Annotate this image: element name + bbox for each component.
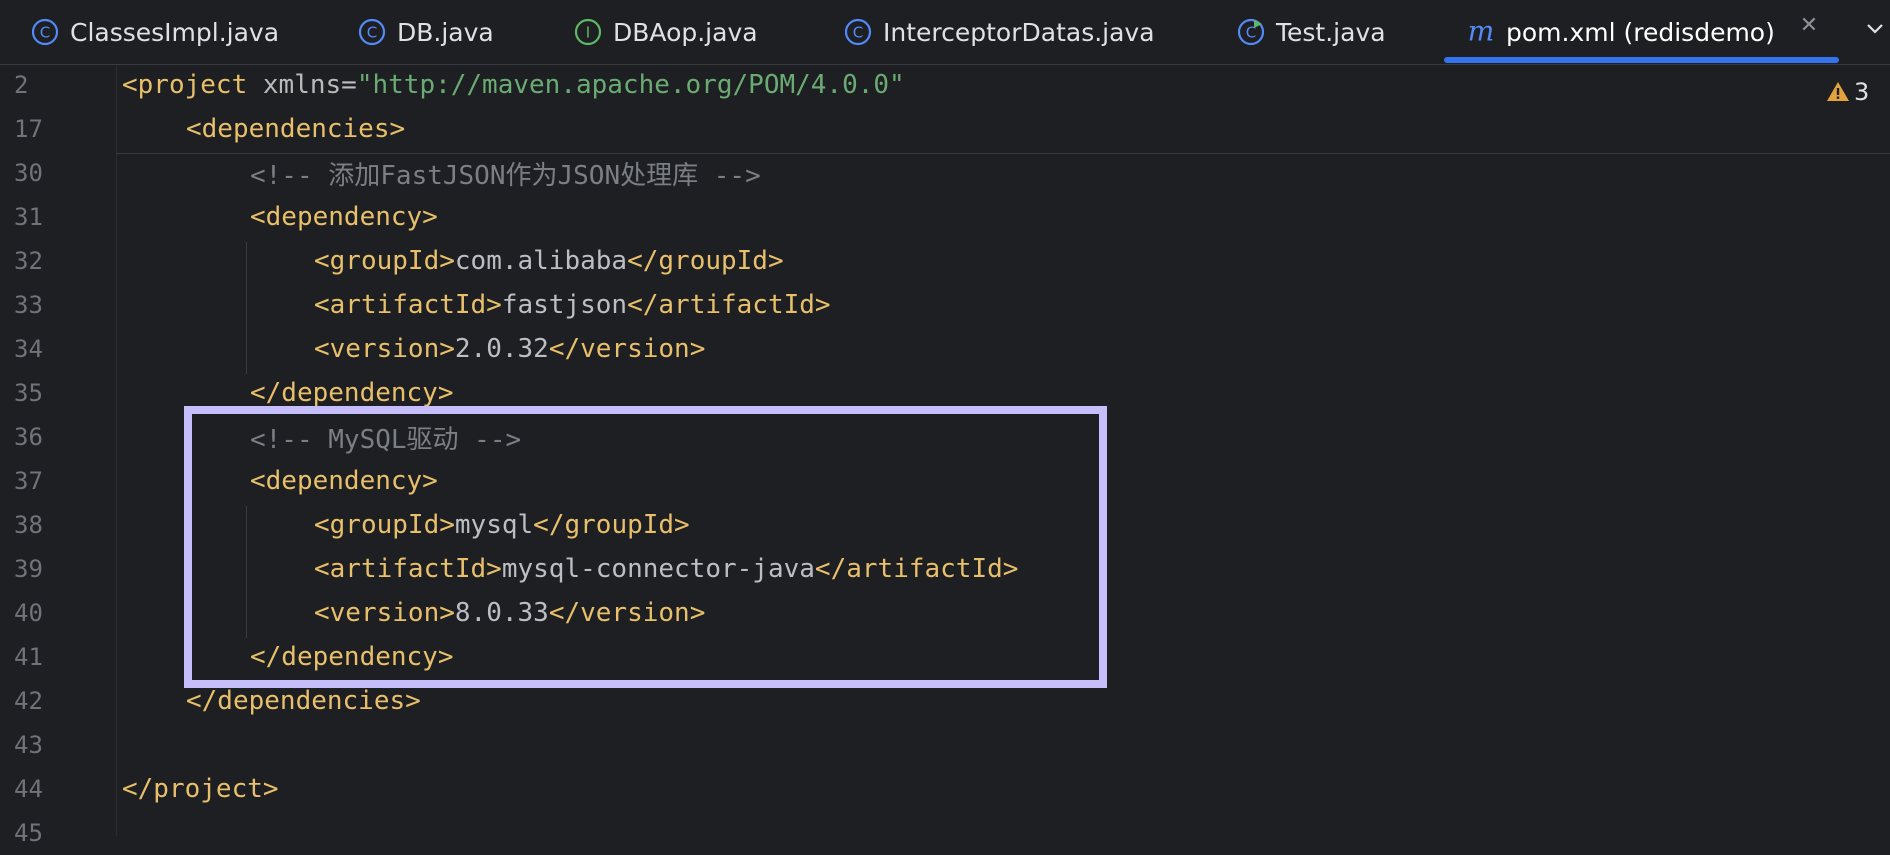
code-token: 2.0.32 xyxy=(454,334,549,364)
line-number[interactable]: 32 xyxy=(14,247,54,275)
code-token: </groupId> xyxy=(627,246,784,276)
svg-text:C: C xyxy=(367,24,377,42)
line-number[interactable]: 34 xyxy=(14,335,54,363)
warning-count: 3 xyxy=(1854,78,1870,106)
tab-label: pom.xml (redisdemo) xyxy=(1506,17,1775,47)
line-number[interactable]: 36 xyxy=(14,423,54,451)
svg-text:m: m xyxy=(1468,17,1495,47)
line-number[interactable]: 43 xyxy=(14,731,54,759)
tab-label: ClassesImpl.java xyxy=(70,17,280,47)
code-token: <artifactId> xyxy=(314,290,502,320)
code-line[interactable]: 17 <dependencies> xyxy=(0,107,1890,151)
code-line[interactable]: 32 <groupId>com.alibaba</groupId> xyxy=(0,239,1890,283)
code-text: <dependency> xyxy=(250,202,438,232)
line-number[interactable]: 2 xyxy=(14,71,54,99)
code-token: <project xyxy=(122,70,263,100)
code-text: <project xmlns="http://maven.apache.org/… xyxy=(122,70,905,100)
code-token: com.alibaba xyxy=(454,246,628,276)
class-icon: C xyxy=(843,17,873,47)
tab-test[interactable]: C Test.java xyxy=(1236,0,1386,64)
line-number[interactable]: 42 xyxy=(14,687,54,715)
code-token: xmlns xyxy=(262,70,342,100)
code-text: <groupId>com.alibaba</groupId> xyxy=(314,246,784,276)
code-line[interactable]: 2 <project xmlns="http://maven.apache.org… xyxy=(0,63,1890,107)
inspection-widget[interactable]: 3 xyxy=(1826,77,1869,107)
tab-db[interactable]: C DB.java xyxy=(357,0,494,64)
svg-text:I: I xyxy=(586,24,590,42)
tab-label: InterceptorDatas.java xyxy=(883,17,1155,47)
svg-text:C: C xyxy=(40,24,50,42)
line-number[interactable]: 37 xyxy=(14,467,54,495)
tab-label: DBAop.java xyxy=(613,17,758,47)
code-token: </project> xyxy=(122,774,279,804)
code-token: <groupId> xyxy=(314,246,455,276)
code-text: <!-- 添加FastJSON作为JSON处理库 --> xyxy=(250,155,761,192)
code-token: <dependency> xyxy=(250,202,438,232)
line-number[interactable]: 31 xyxy=(14,203,54,231)
code-token: = xyxy=(341,70,357,100)
class-icon: C xyxy=(30,17,60,47)
code-line[interactable]: 43 xyxy=(0,723,1890,767)
tab-label: DB.java xyxy=(397,17,494,47)
code-token: "http://maven.apache.org/POM/4.0.0" xyxy=(356,70,905,100)
code-line[interactable]: 30 <!-- 添加FastJSON作为JSON处理库 --> xyxy=(0,151,1890,195)
line-number[interactable]: 35 xyxy=(14,379,54,407)
code-token: </dependencies> xyxy=(186,686,421,716)
code-line[interactable]: 34 <version>2.0.32</version> xyxy=(0,327,1890,371)
tab-label: Test.java xyxy=(1276,17,1386,47)
editor-tab-bar: C ClassesImpl.java C DB.java I DBAop.jav… xyxy=(0,0,1890,65)
code-line[interactable]: 33 <artifactId>fastjson</artifactId> xyxy=(0,283,1890,327)
code-text: </project> xyxy=(122,774,279,804)
code-token: </artifactId> xyxy=(627,290,831,320)
code-token: </dependency> xyxy=(250,378,454,408)
code-line[interactable]: 44 </project> xyxy=(0,767,1890,811)
code-text: <version>2.0.32</version> xyxy=(314,334,705,364)
code-text: <dependencies> xyxy=(186,114,405,144)
warning-icon xyxy=(1826,80,1850,104)
interface-icon: I xyxy=(573,17,603,47)
tab-dbaop[interactable]: I DBAop.java xyxy=(573,0,758,64)
line-number[interactable]: 39 xyxy=(14,555,54,583)
code-text: </dependencies> xyxy=(186,686,421,716)
code-line[interactable]: 45 xyxy=(0,811,1890,855)
code-token: <version> xyxy=(314,334,455,364)
svg-text:C: C xyxy=(853,24,863,42)
line-number[interactable]: 41 xyxy=(14,643,54,671)
code-token: <!-- 添加FastJSON作为JSON处理库 --> xyxy=(250,160,761,191)
line-number[interactable]: 17 xyxy=(14,115,54,143)
code-text: </dependency> xyxy=(250,378,454,408)
chevron-down-icon[interactable] xyxy=(1860,14,1890,44)
runnable-class-icon: C xyxy=(1236,17,1266,47)
line-number[interactable]: 40 xyxy=(14,599,54,627)
code-editor[interactable]: 2 <project xmlns="http://maven.apache.org… xyxy=(0,63,1890,847)
close-icon[interactable]: ✕ xyxy=(1794,10,1824,40)
line-number[interactable]: 45 xyxy=(14,819,54,847)
code-token: fastjson xyxy=(501,290,628,320)
highlight-box xyxy=(184,406,1107,688)
code-token: <dependencies> xyxy=(186,114,406,144)
class-icon: C xyxy=(357,17,387,47)
line-number[interactable]: 33 xyxy=(14,291,54,319)
tab-classesimpl[interactable]: C ClassesImpl.java xyxy=(30,0,279,64)
line-number[interactable]: 38 xyxy=(14,511,54,539)
indent-guide xyxy=(246,242,247,374)
code-token: </version> xyxy=(548,334,706,364)
tab-pom-xml[interactable]: m pom.xml (redisdemo) xyxy=(1466,0,1775,64)
maven-icon: m xyxy=(1466,17,1496,47)
line-number[interactable]: 44 xyxy=(14,775,54,803)
line-number[interactable]: 30 xyxy=(14,159,54,187)
tab-interceptordatas[interactable]: C InterceptorDatas.java xyxy=(843,0,1155,64)
code-line[interactable]: 31 <dependency> xyxy=(0,195,1890,239)
code-text: <artifactId>fastjson</artifactId> xyxy=(314,290,831,320)
